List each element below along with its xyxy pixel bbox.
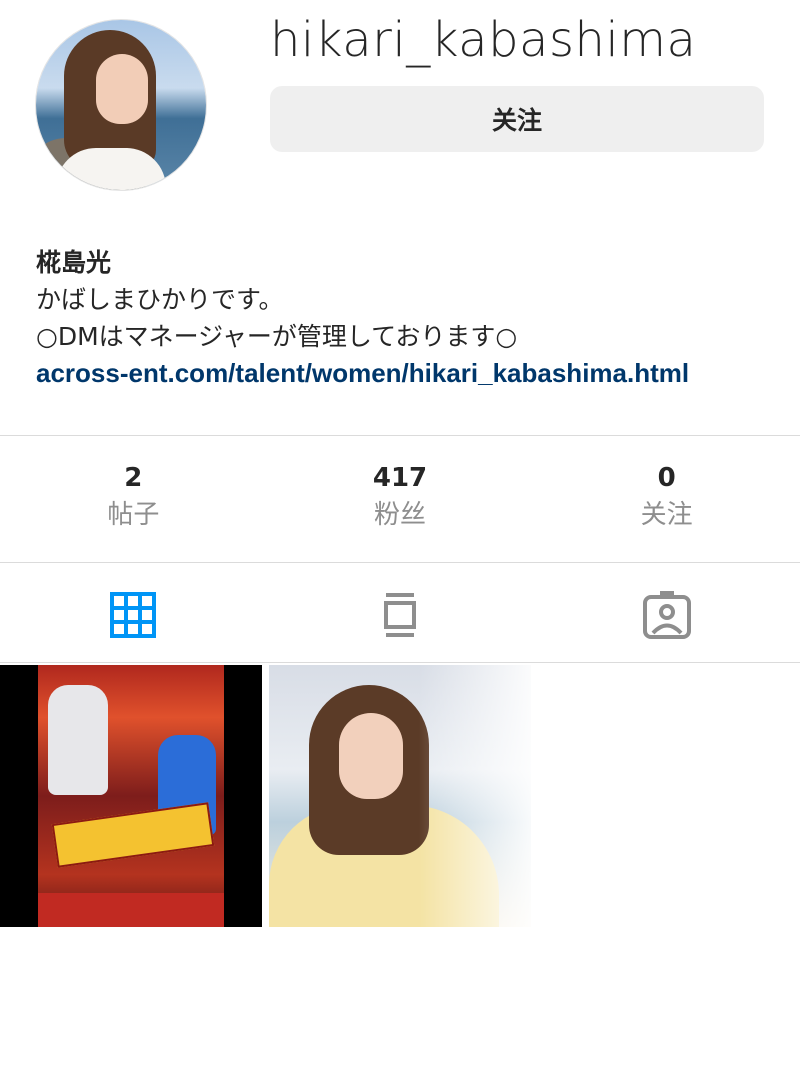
bio-website-link[interactable]: across-ent.com/talent/women/hikari_kabas… xyxy=(36,355,776,392)
photo-light-glow xyxy=(419,665,531,927)
post-thumbnail-1[interactable] xyxy=(0,665,262,927)
divider-bottom xyxy=(0,662,800,663)
divider-top xyxy=(0,435,800,436)
profile-avatar[interactable] xyxy=(36,20,206,190)
poster-title-banner xyxy=(51,802,215,868)
stat-following-label: 关注 xyxy=(640,500,693,530)
bio-line-1: かばしまひかりです。 xyxy=(36,285,284,314)
profile-header: hikari_kabashima 关注 xyxy=(0,0,800,200)
stat-following-count: 0 xyxy=(657,463,676,493)
stat-posts-count: 2 xyxy=(124,463,143,493)
post-thumbnail-2[interactable] xyxy=(269,665,531,927)
divider-middle xyxy=(0,562,800,563)
bio-line-2: ○DMはマネージャーが管理しております○ xyxy=(36,322,518,351)
stat-posts-label: 帖子 xyxy=(107,500,160,530)
avatar-face xyxy=(96,54,148,124)
tab-posts-grid[interactable] xyxy=(0,572,267,658)
display-name: 椛島光 xyxy=(36,248,112,277)
tab-tagged[interactable] xyxy=(533,572,800,658)
profile-stats: 2 帖子 417 粉丝 0 关注 xyxy=(0,458,800,548)
photo-face xyxy=(339,713,403,799)
stat-followers[interactable]: 417 粉丝 xyxy=(267,458,534,548)
stat-followers-label: 粉丝 xyxy=(374,500,427,530)
stat-following[interactable]: 0 关注 xyxy=(533,458,800,548)
tagged-icon xyxy=(642,591,691,639)
profile-tabs xyxy=(0,572,800,658)
profile-username: hikari_kabashima xyxy=(270,12,697,68)
poster-hero-left xyxy=(48,685,108,795)
stat-posts[interactable]: 2 帖子 xyxy=(0,458,267,548)
stat-followers-count: 417 xyxy=(372,463,428,493)
feed-icon xyxy=(384,593,416,637)
movie-poster-image xyxy=(38,665,224,927)
poster-bottom-strip xyxy=(38,893,224,927)
profile-bio: 椛島光 かばしまひかりです。 ○DMはマネージャーが管理しております○ acro… xyxy=(36,244,776,392)
tab-feed[interactable] xyxy=(267,572,534,658)
follow-button[interactable]: 关注 xyxy=(270,86,764,152)
grid-icon xyxy=(110,592,157,638)
